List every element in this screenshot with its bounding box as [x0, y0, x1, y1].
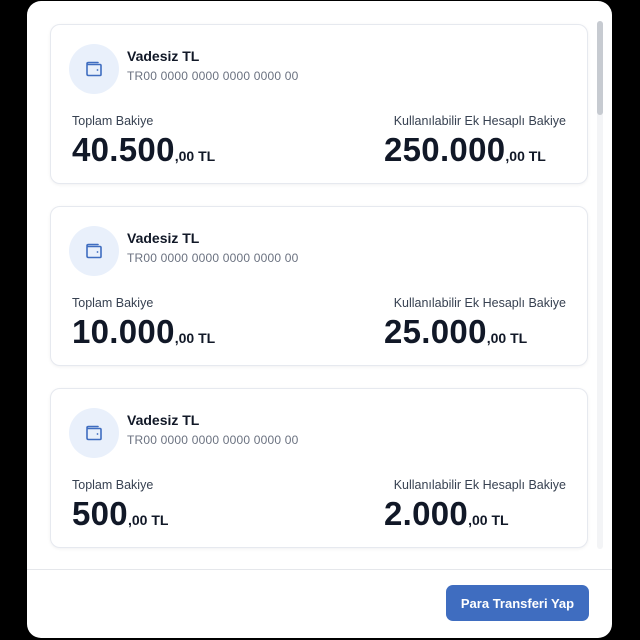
total-balance-decimal: ,00 TL	[127, 512, 169, 528]
total-balance-integer: 500	[72, 495, 128, 532]
total-balance-amount: 10.000,00 TL	[72, 313, 215, 351]
overdraft-balance-decimal: ,00 TL	[505, 148, 546, 164]
overdraft-balance-decimal: ,00 TL	[468, 512, 509, 528]
total-balance-label: Toplam Bakiye	[72, 478, 154, 492]
wallet-icon	[69, 44, 119, 94]
money-transfer-button[interactable]: Para Transferi Yap	[446, 585, 589, 621]
scrollbar-track[interactable]	[597, 21, 603, 549]
total-balance-decimal: ,00 TL	[174, 330, 216, 346]
footer-divider	[27, 569, 612, 570]
overdraft-balance-label: Kullanılabilir Ek Hesaplı Bakiye	[393, 478, 566, 492]
overdraft-balance-integer: 2.000	[384, 495, 469, 532]
total-balance-integer: 10.000	[72, 313, 175, 350]
wallet-icon	[69, 226, 119, 276]
account-iban: TR00 0000 0000 0000 0000 00	[127, 251, 299, 265]
account-iban: TR00 0000 0000 0000 0000 00	[127, 433, 299, 447]
total-balance-label: Toplam Bakiye	[72, 114, 154, 128]
account-card[interactable]: Vadesiz TL TR00 0000 0000 0000 0000 00 T…	[50, 388, 588, 548]
account-card[interactable]: Vadesiz TL TR00 0000 0000 0000 0000 00 T…	[50, 206, 588, 366]
scrollbar-thumb[interactable]	[597, 21, 603, 115]
wallet-icon	[69, 408, 119, 458]
overdraft-balance-amount: 250.000,00 TL	[384, 131, 546, 169]
account-name: Vadesiz TL	[127, 230, 200, 246]
account-list: Vadesiz TL TR00 0000 0000 0000 0000 00 T…	[27, 1, 612, 569]
total-balance-integer: 40.500	[72, 131, 175, 168]
overdraft-balance-label: Kullanılabilir Ek Hesaplı Bakiye	[393, 114, 566, 128]
account-card[interactable]: Vadesiz TL TR00 0000 0000 0000 0000 00 T…	[50, 24, 588, 184]
total-balance-label: Toplam Bakiye	[72, 296, 154, 310]
account-iban: TR00 0000 0000 0000 0000 00	[127, 69, 299, 83]
overdraft-balance-integer: 25.000	[384, 313, 487, 350]
overdraft-balance-amount: 25.000,00 TL	[384, 313, 527, 351]
overdraft-balance-integer: 250.000	[384, 131, 506, 168]
total-balance-decimal: ,00 TL	[174, 148, 216, 164]
account-name: Vadesiz TL	[127, 412, 200, 428]
overdraft-balance-amount: 2.000,00 TL	[384, 495, 509, 533]
account-balances-modal: Vadesiz TL TR00 0000 0000 0000 0000 00 T…	[27, 1, 612, 638]
total-balance-amount: 40.500,00 TL	[72, 131, 215, 169]
total-balance-amount: 500,00 TL	[72, 495, 168, 533]
account-name: Vadesiz TL	[127, 48, 200, 64]
overdraft-balance-decimal: ,00 TL	[486, 330, 528, 346]
overdraft-balance-label: Kullanılabilir Ek Hesaplı Bakiye	[393, 296, 566, 310]
